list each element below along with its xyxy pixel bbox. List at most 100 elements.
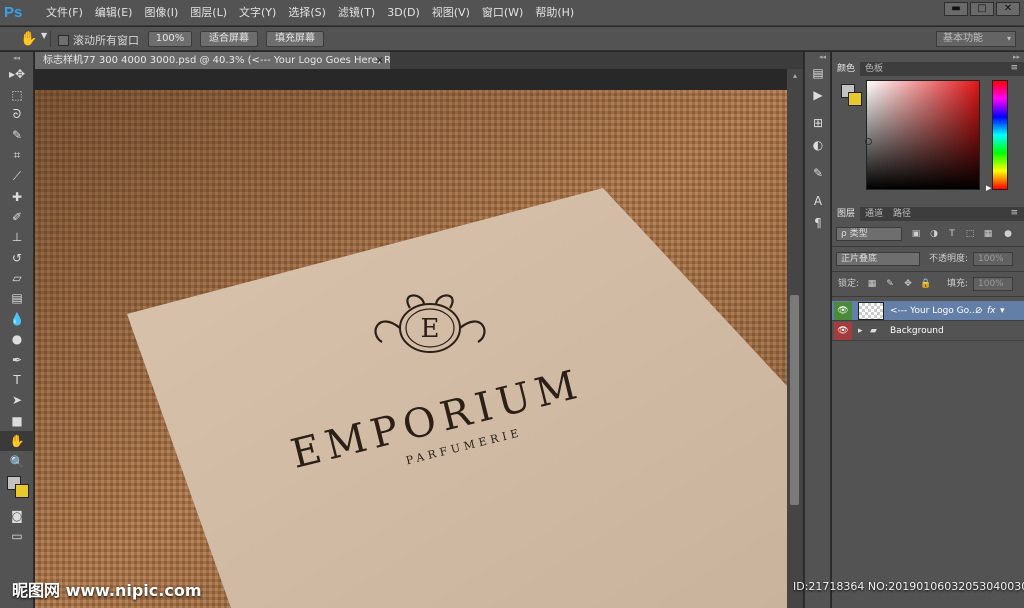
lock-transparency-icon[interactable]: ▦ xyxy=(866,278,878,290)
brush-presets-icon[interactable]: ✎ xyxy=(805,162,831,184)
background-color-chip[interactable] xyxy=(848,92,862,106)
pen-tool-icon[interactable]: ✒ xyxy=(0,349,34,369)
hand-tool-icon[interactable]: ✋ xyxy=(0,431,34,452)
actual-pixels-button[interactable]: 100% xyxy=(148,31,192,47)
color-field[interactable] xyxy=(866,80,980,190)
dodge-tool-icon[interactable]: ● xyxy=(0,329,34,349)
history-panel-icon[interactable]: ▤ xyxy=(805,62,831,84)
clone-stamp-tool-icon[interactable]: ⊥ xyxy=(0,227,34,247)
collapse-panels-icon[interactable]: ▸▸ xyxy=(832,52,1024,62)
quick-selection-tool-icon[interactable]: ✎ xyxy=(0,125,34,145)
vertical-scrollbar[interactable]: ▴ xyxy=(787,69,803,608)
fit-screen-button[interactable]: 适合屏幕 xyxy=(200,31,258,47)
menu-help[interactable]: 帮助(H) xyxy=(529,0,580,26)
eyedropper-tool-icon[interactable]: ⟋ xyxy=(0,166,34,186)
properties-panel-icon[interactable]: ⊞ xyxy=(805,112,831,134)
background-color-swatch[interactable] xyxy=(15,483,29,498)
chevron-down-icon[interactable]: ▼ xyxy=(41,31,47,40)
scroll-all-windows-checkbox[interactable] xyxy=(58,34,69,46)
panel-menu-icon[interactable]: ≡ xyxy=(1010,208,1018,218)
fill-screen-button[interactable]: 填充屏幕 xyxy=(266,31,324,47)
filter-shape-icon[interactable]: ⬚ xyxy=(964,228,976,240)
brush-tool-icon[interactable]: ✐ xyxy=(0,207,34,227)
tab-channels[interactable]: 通道 xyxy=(860,207,888,221)
opacity-input[interactable]: 100% xyxy=(973,252,1013,266)
menu-type[interactable]: 文字(Y) xyxy=(233,0,282,26)
panel-menu-icon[interactable]: ≡ xyxy=(1010,63,1018,73)
tab-color[interactable]: 颜色 xyxy=(832,62,861,76)
color-picker-marker[interactable] xyxy=(865,138,872,145)
filter-pixel-icon[interactable]: ▣ xyxy=(910,228,922,240)
minimize-button[interactable]: ▬ xyxy=(944,2,968,16)
eye-icon[interactable]: 👁 xyxy=(834,322,852,340)
menu-window[interactable]: 窗口(W) xyxy=(476,0,529,26)
scroll-all-windows-option[interactable]: 滚动所有窗口 xyxy=(58,32,139,48)
lock-all-icon[interactable]: 🔒 xyxy=(920,278,932,290)
layer-row-logo[interactable]: 👁 <--- Your Logo Go... ⊘ fx ▾ xyxy=(832,301,1024,321)
history-brush-tool-icon[interactable]: ↺ xyxy=(0,248,34,268)
layer-thumbnail[interactable] xyxy=(858,302,884,320)
hue-slider-handle[interactable]: ▶ xyxy=(986,184,991,192)
menu-edit[interactable]: 编辑(E) xyxy=(89,0,139,26)
layer-filter-kind-select[interactable]: ρ 类型 xyxy=(836,227,902,241)
actions-panel-icon[interactable]: ▶ xyxy=(805,84,831,106)
filter-adjustment-icon[interactable]: ◑ xyxy=(928,228,940,240)
collapse-strip-icon[interactable]: ◂◂ xyxy=(805,52,830,62)
paragraph-panel-icon[interactable]: ¶ xyxy=(805,212,831,234)
menu-file[interactable]: 文件(F) xyxy=(40,0,89,26)
rectangle-tool-icon[interactable]: ■ xyxy=(0,411,34,431)
hue-slider[interactable] xyxy=(992,80,1008,190)
move-tool-icon[interactable]: ▸✥ xyxy=(0,64,34,84)
color-panel: ▶ xyxy=(832,76,1024,207)
lock-pixels-icon[interactable]: ✎ xyxy=(884,278,896,290)
menu-layer[interactable]: 图层(L) xyxy=(184,0,233,26)
scrollbar-thumb[interactable] xyxy=(790,295,799,505)
document-canvas[interactable]: E EMPORIUM PARFUMERIE xyxy=(35,90,787,608)
logo-letter: E xyxy=(421,314,440,344)
close-button[interactable]: ✕ xyxy=(996,2,1020,16)
tab-swatches[interactable]: 色板 xyxy=(860,62,888,76)
maximize-button[interactable]: □ xyxy=(970,2,994,16)
layer-row-background[interactable]: 👁 ▸ ▰ Background xyxy=(832,321,1024,341)
blur-tool-icon[interactable]: 💧 xyxy=(0,309,34,329)
marquee-tool-icon[interactable]: ⬚ xyxy=(0,84,34,104)
window-controls: ▬ □ ✕ xyxy=(944,2,1020,16)
menu-select[interactable]: 选择(S) xyxy=(282,0,332,26)
eraser-tool-icon[interactable]: ▱ xyxy=(0,268,34,288)
close-tab-icon[interactable]: × xyxy=(376,52,384,69)
adjustments-panel-icon[interactable]: ◐ xyxy=(805,134,831,156)
path-selection-tool-icon[interactable]: ➤ xyxy=(0,390,34,410)
lasso-tool-icon[interactable]: ᘐ xyxy=(0,105,34,125)
chevron-down-icon[interactable]: ▾ xyxy=(1000,301,1005,321)
fill-input[interactable]: 100% xyxy=(973,277,1013,291)
gradient-tool-icon[interactable]: ▤ xyxy=(0,288,34,308)
tab-layers[interactable]: 图层 xyxy=(832,207,861,221)
chevron-down-icon: ▾ xyxy=(1006,34,1011,43)
workspace-select[interactable]: 基本功能 ▾ xyxy=(936,31,1016,47)
quick-mask-icon[interactable]: ◙ xyxy=(0,506,34,526)
healing-brush-tool-icon[interactable]: ✚ xyxy=(0,186,34,206)
tab-paths[interactable]: 路径 xyxy=(888,207,916,221)
layer-effects-badge[interactable]: fx xyxy=(987,301,996,321)
collapse-toolbar-icon[interactable]: ◂◂ xyxy=(0,52,33,64)
blend-mode-select[interactable]: 正片叠底 xyxy=(836,252,920,266)
eye-icon[interactable]: 👁 xyxy=(834,302,852,320)
filter-toggle-icon[interactable]: ● xyxy=(1002,228,1014,240)
crop-tool-icon[interactable]: ⌗ xyxy=(0,146,34,166)
screen-mode-icon[interactable]: ▭ xyxy=(0,526,34,546)
type-tool-icon[interactable]: T xyxy=(0,370,34,390)
zoom-tool-icon[interactable]: 🔍 xyxy=(0,451,34,471)
hand-tool-preset-icon[interactable]: ✋ xyxy=(20,30,40,48)
scroll-up-icon[interactable]: ▴ xyxy=(787,71,803,80)
filter-smart-object-icon[interactable]: ▦ xyxy=(982,228,994,240)
menu-view[interactable]: 视图(V) xyxy=(426,0,476,26)
menu-filter[interactable]: 滤镜(T) xyxy=(332,0,381,26)
expand-group-icon[interactable]: ▸ xyxy=(858,321,863,341)
menu-image[interactable]: 图像(I) xyxy=(138,0,184,26)
layer-name: Background xyxy=(890,326,944,336)
document-tab[interactable]: 标志样机77 300 4000 3000.psd @ 40.3% (<--- Y… xyxy=(35,52,390,69)
character-panel-icon[interactable]: A xyxy=(805,190,831,212)
menu-3d[interactable]: 3D(D) xyxy=(381,0,426,26)
lock-position-icon[interactable]: ✥ xyxy=(902,278,914,290)
filter-type-icon[interactable]: T xyxy=(946,228,958,240)
